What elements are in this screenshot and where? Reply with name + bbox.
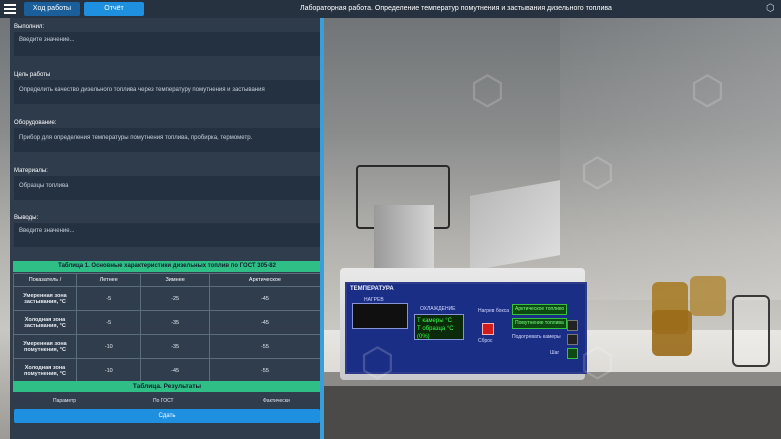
tab-report[interactable]: Отчёт xyxy=(84,2,144,16)
bench-under xyxy=(320,386,781,439)
table-cell: -45 xyxy=(208,286,322,311)
table-row-label: Холодная зона застывания, °С xyxy=(13,310,77,335)
hamburger-menu-icon[interactable] xyxy=(4,4,16,14)
table-col-header: Зимнее xyxy=(140,273,210,287)
watermark-logo: ⬡ xyxy=(580,340,615,386)
table-cell: -5 xyxy=(75,310,142,335)
arctic-fuel-button[interactable]: Арктическое топливо xyxy=(512,304,568,315)
goal-label: Цель работы xyxy=(14,72,51,78)
submit-button[interactable]: Сдать xyxy=(14,409,320,423)
heat-display xyxy=(352,303,408,329)
test-tube-stand[interactable] xyxy=(732,295,770,367)
chamber-temp-line: Т камеры °С xyxy=(417,318,452,324)
report-scrollbar[interactable] xyxy=(320,18,322,439)
table-cell: -55 xyxy=(208,334,322,359)
results-col-header: Фактически xyxy=(263,398,290,404)
table-row: Умеренная зона застывания, °С -5 -25 -45 xyxy=(13,286,322,311)
table-cell: -45 xyxy=(208,310,322,335)
cooling-block-right[interactable] xyxy=(470,180,560,271)
table-cell: -5 xyxy=(75,286,142,311)
table-row: Умеренная зона помутнения, °С -10 -35 -5… xyxy=(13,334,322,359)
cool-label: ОХЛАЖДЕНИЕ xyxy=(420,306,456,312)
table-header-row: Показатель / Летнее Зимнее Арктическое xyxy=(13,273,322,287)
heat-chamber-button[interactable] xyxy=(567,334,578,345)
table-row: Холодная зона помутнения, °С -10 -45 -55 xyxy=(13,358,322,383)
fuel-jar-summer[interactable] xyxy=(690,276,726,316)
sample-temp-line: Т образца °С xyxy=(417,326,454,332)
device-panel-title: ТЕМПЕРАТУРА xyxy=(350,286,394,292)
reset-button-red[interactable] xyxy=(482,323,494,335)
tab-progress[interactable]: Ход работы xyxy=(24,2,80,16)
conclusions-label: Выводы: xyxy=(14,215,39,221)
reset-label: Сброс xyxy=(478,338,493,344)
watermark-logo: ⬡ xyxy=(470,68,505,114)
table-cell: -35 xyxy=(140,334,210,359)
page-title: Лабораторная работа. Определение темпера… xyxy=(300,5,612,12)
goal-field[interactable]: Определить качество дизельного топлива ч… xyxy=(14,80,320,104)
table-cell: -55 xyxy=(208,358,322,383)
fuel-jar-arctic[interactable] xyxy=(652,310,692,356)
table-cell: -25 xyxy=(140,286,210,311)
equipment-text: Прибор для определения температуры помут… xyxy=(19,135,253,141)
results-col-header: Параметр xyxy=(53,398,77,404)
table-col-header: Показатель / xyxy=(13,273,77,287)
table1-title: Таблица 1. Основные характеристики дизел… xyxy=(13,261,321,272)
progress-line: (0%) xyxy=(417,334,430,340)
step-button[interactable] xyxy=(567,348,578,359)
results-table-header: Параметр По ГОСТ Фактически xyxy=(13,393,321,407)
materials-label: Материалы: xyxy=(14,168,48,174)
cool-display: Т камеры °С Т образца °С (0%) xyxy=(414,314,464,340)
equipment-field[interactable]: Прибор для определения температуры помут… xyxy=(14,128,320,152)
table-cell: -10 xyxy=(75,358,142,383)
cloud-fuel-button[interactable]: Помутнение топлива xyxy=(512,318,567,329)
table-cell: -35 xyxy=(140,310,210,335)
conclusions-field[interactable]: Введите значение... xyxy=(14,223,320,247)
goal-text: Определить качество дизельного топлива ч… xyxy=(19,87,265,93)
logo-icon: ⬡ xyxy=(766,3,775,14)
step-label: Шаг xyxy=(550,350,560,356)
heat-box-label: Нагрев бокса xyxy=(478,308,509,314)
watermark-logo: ⬡ xyxy=(690,68,725,114)
results-table-title: Таблица. Результаты xyxy=(13,381,321,392)
materials-field[interactable]: Образцы топлива xyxy=(14,176,320,200)
table-col-header: Арктическое xyxy=(208,273,322,287)
executed-placeholder: Введите значение... xyxy=(19,37,75,43)
table-row: Холодная зона застывания, °С -5 -35 -45 xyxy=(13,310,322,335)
table-row-label: Умеренная зона помутнения, °С xyxy=(13,334,77,359)
materials-text: Образцы топлива xyxy=(19,183,69,189)
heat-chamber-label: Подогревать камеры xyxy=(512,334,561,340)
table-col-header: Летнее xyxy=(75,273,142,287)
table-cell: -45 xyxy=(140,358,210,383)
cooling-block-left[interactable] xyxy=(374,205,434,275)
watermark-logo: ⬡ xyxy=(580,150,615,196)
table-row-label: Умеренная зона застывания, °С xyxy=(13,286,77,311)
equipment-label: Оборудование: xyxy=(14,120,57,126)
watermark-logo: ⬡ xyxy=(360,340,395,386)
conclusions-placeholder: Введите значение... xyxy=(19,228,75,234)
table-cell: -10 xyxy=(75,334,142,359)
cloud-fuel-indicator xyxy=(567,320,578,331)
results-col-header: По ГОСТ xyxy=(153,398,174,404)
executed-field[interactable]: Введите значение... xyxy=(14,32,320,56)
table-row-label: Холодная зона помутнения, °С xyxy=(13,358,77,383)
executed-label: Выполнил: xyxy=(14,24,45,30)
table1: Показатель / Летнее Зимнее Арктическое У… xyxy=(13,273,322,383)
